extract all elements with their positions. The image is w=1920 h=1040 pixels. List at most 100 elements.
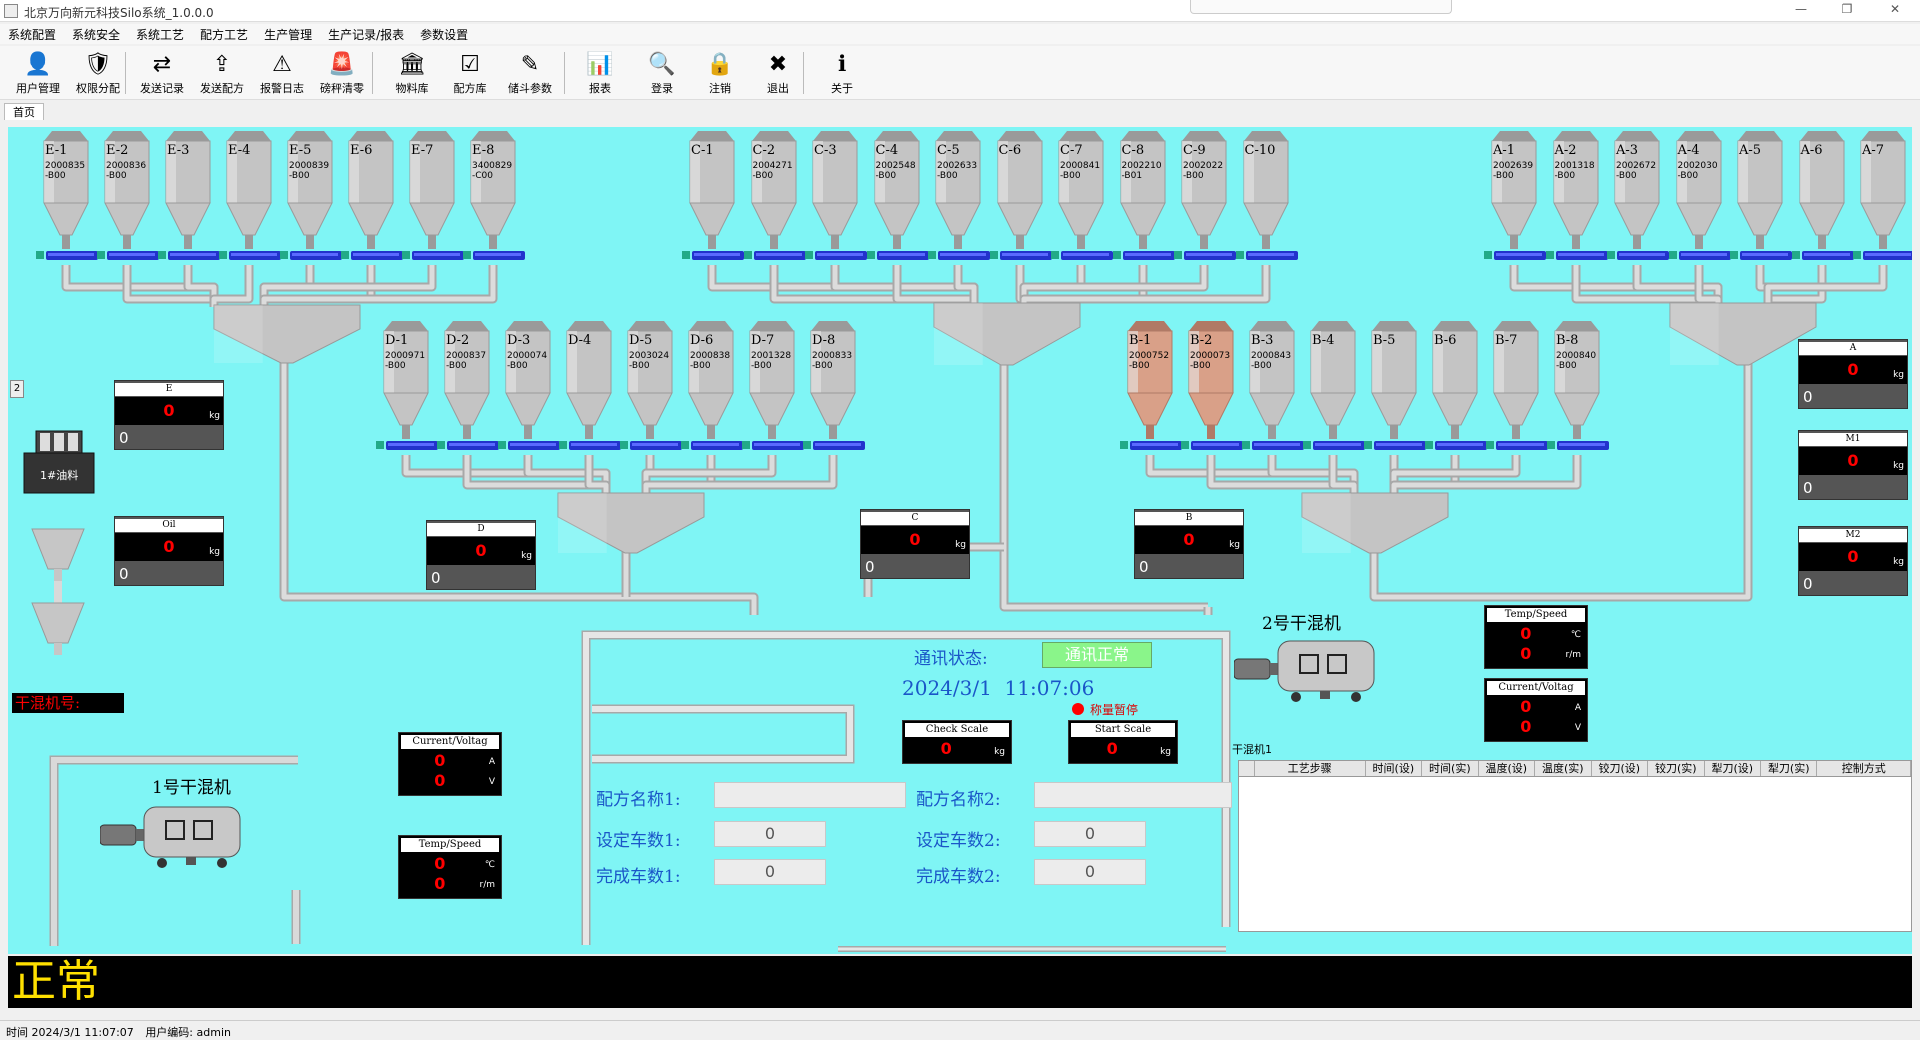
scale-c-value: 0 [861, 526, 969, 554]
toolbar-info-button[interactable]: ℹ 关于 [812, 48, 872, 98]
toolbar-edit-button[interactable]: ✎ 储斗参数 [500, 48, 560, 98]
drag-handle[interactable] [1190, 0, 1452, 14]
toolbar-shield-button[interactable]: 🛡 权限分配 [68, 48, 128, 98]
silo-d-4[interactable]: D-4 [559, 317, 621, 450]
toolbar-warning-button[interactable]: ⚠ 报警日志 [252, 48, 312, 98]
silo-c-4[interactable]: C-4 2002548 -B00 [866, 127, 929, 260]
silo-c-9[interactable]: C-9 2002022 -B00 [1174, 127, 1236, 260]
tab-home[interactable]: 首页 [4, 103, 44, 120]
silo-c-7[interactable]: C-7 2000841 -B00 [1051, 127, 1113, 260]
table-column-header[interactable]: 铰刀(实) [1648, 761, 1705, 776]
silo-e-7[interactable]: E-7 [402, 127, 464, 260]
silo-a-1[interactable]: A-1 2002639 -B00 [1484, 127, 1546, 260]
silo-d-5[interactable]: D-5 2003024 -B00 [620, 317, 682, 450]
silo-c-8[interactable]: C-8 2002210 -B01 [1112, 127, 1175, 260]
silo-d-7[interactable]: D-7 2001328 -B00 [742, 317, 804, 450]
menu-item-1[interactable]: 系统安全 [64, 24, 128, 45]
silo-e-3[interactable]: E-3 [158, 127, 220, 260]
close-icon[interactable]: ✕ [1880, 2, 1910, 20]
silo-b-7[interactable]: B-7 [1486, 317, 1548, 450]
done-count2-field[interactable]: 0 [1034, 859, 1146, 885]
table-column-header[interactable]: 时间(设) [1366, 761, 1423, 776]
silo-a-4[interactable]: A-4 2002030 -B00 [1668, 127, 1731, 260]
table-column-header[interactable]: 铰刀(设) [1592, 761, 1649, 776]
mixer1-current-value: 0 [434, 751, 446, 770]
scale-c-total: 0 [861, 557, 969, 578]
minimize-icon[interactable]: — [1786, 2, 1816, 20]
silo-d-3[interactable]: D-3 2000074 -B00 [498, 317, 560, 450]
mixer2-icon[interactable] [1234, 635, 1384, 705]
silo-e-4[interactable]: E-4 [219, 127, 281, 260]
silo-a-5[interactable]: A-5 [1730, 127, 1792, 260]
menu-item-3[interactable]: 配方工艺 [192, 24, 256, 45]
set-count1-field[interactable]: 0 [714, 821, 826, 847]
toolbar-exit-button[interactable]: ✖ 退出 [748, 48, 808, 98]
silo-b-5[interactable]: B-5 [1364, 317, 1426, 450]
table-column-header[interactable]: 工艺步骤 [1255, 761, 1366, 776]
mixer1-voltage-value: 0 [434, 771, 446, 790]
silo-e-6[interactable]: E-6 [341, 127, 403, 260]
toolbar-report-button[interactable]: 📊 报表 [570, 48, 630, 98]
page-badge[interactable]: 2 [10, 380, 24, 398]
silo-c-1[interactable]: C-1 [682, 127, 744, 260]
set-count2-label: 设定车数2: [916, 831, 1001, 851]
silo-a-3[interactable]: A-3 2002672 -B00 [1607, 127, 1669, 260]
silo-c-3[interactable]: C-3 [805, 127, 867, 260]
scale-m2: M2 0 kg 0 [1798, 526, 1908, 596]
done-count1-field[interactable]: 0 [714, 859, 826, 885]
silo-b-2[interactable]: B-2 2000073 -B00 [1181, 317, 1243, 450]
screw-feeder-icon [1607, 249, 1669, 261]
toolbar-send-record-button[interactable]: ⇄ 发送记录 [132, 48, 192, 98]
toolbar-checklist-button[interactable]: ☑ 配方库 [440, 48, 500, 98]
silo-d-1[interactable]: D-1 2000971 -B00 [376, 317, 438, 450]
menu-item-4[interactable]: 生产管理 [256, 24, 320, 45]
table-column-header[interactable]: 温度(实) [1535, 761, 1592, 776]
silo-b-1[interactable]: B-1 2000752 -B00 [1120, 317, 1182, 450]
silo-e-5[interactable]: E-5 2000839 -B00 [280, 127, 342, 260]
silo-d-8[interactable]: D-8 2000833 -B00 [803, 317, 865, 450]
recipe-name1-field[interactable] [714, 782, 906, 808]
table-column-header[interactable]: 温度(设) [1479, 761, 1536, 776]
silo-b-3[interactable]: B-3 2000843 -B00 [1242, 317, 1304, 450]
silo-e-1[interactable]: E-1 2000835 -B00 [36, 127, 98, 260]
mixer2-current-unit: A [1574, 703, 1581, 713]
process-table[interactable]: 工艺步骤 时间(设) 时间(实) 温度(设) 温度(实) 铰刀(设) 铰刀(实) 犁刀(设) 犁… [1238, 760, 1912, 932]
toolbar-alarm-light-button[interactable]: 🚨 磅秤清零 [312, 48, 372, 98]
toolbar-bank-button[interactable]: 🏛 物料库 [382, 48, 442, 98]
set-count2-field[interactable]: 0 [1034, 821, 1146, 847]
toolbar-login-button[interactable]: 🔍 登录 [632, 48, 692, 98]
recipe-name2-field[interactable] [1034, 782, 1232, 808]
toolbar-send-recipe-button[interactable]: ⇪ 发送配方 [192, 48, 252, 98]
silo-c-10[interactable]: C-10 [1235, 127, 1298, 260]
screw-feeder-icon [1730, 249, 1792, 261]
mixer1-icon[interactable] [100, 801, 250, 871]
silo-a-6[interactable]: A-6 [1791, 127, 1854, 260]
menu-item-6[interactable]: 参数设置 [412, 24, 476, 45]
table-column-header[interactable]: 控制方式 [1817, 761, 1911, 776]
table-column-header[interactable]: 时间(实) [1422, 761, 1479, 776]
mixer2-temp-unit: ℃ [1570, 630, 1581, 640]
table-column-header[interactable]: 犁刀(实) [1761, 761, 1818, 776]
menu-item-0[interactable]: 系统配置 [0, 24, 64, 45]
scale-m2-value: 0 [1799, 543, 1907, 571]
silo-b-6[interactable]: B-6 [1425, 317, 1487, 450]
silo-e-2[interactable]: E-2 2000836 -B00 [97, 127, 159, 260]
toolbar-user-button[interactable]: 👤 用户管理 [8, 48, 68, 98]
silo-b-8[interactable]: B-8 2000840 -B00 [1547, 317, 1609, 450]
restore-icon[interactable]: ❐ [1832, 2, 1862, 20]
status-bar: 时间 2024/3/1 11:07:07 用户编码: admin [0, 1020, 1920, 1040]
silo-d-2[interactable]: D-2 2000837 -B00 [437, 317, 499, 450]
silo-c-6[interactable]: C-6 [989, 127, 1052, 260]
silo-d-6[interactable]: D-6 2000838 -B00 [681, 317, 743, 450]
silo-a-7[interactable]: A-7 [1853, 127, 1912, 260]
toolbar-lock-button[interactable]: 🔒 注销 [690, 48, 750, 98]
menu-item-5[interactable]: 生产记录/报表 [320, 24, 412, 45]
silo-e-8[interactable]: E-8 3400829 -C00 [463, 127, 525, 260]
table-column-header[interactable]: 犁刀(设) [1705, 761, 1761, 776]
silo-a-2[interactable]: A-2 2001318 -B00 [1545, 127, 1608, 260]
silo-c-5[interactable]: C-5 2002633 -B00 [928, 127, 990, 260]
silo-b-4[interactable]: B-4 [1303, 317, 1365, 450]
oil-tank[interactable]: 1#油料 [22, 429, 96, 495]
silo-c-2[interactable]: C-2 2004271 -B00 [743, 127, 806, 260]
menu-item-2[interactable]: 系统工艺 [128, 24, 192, 45]
